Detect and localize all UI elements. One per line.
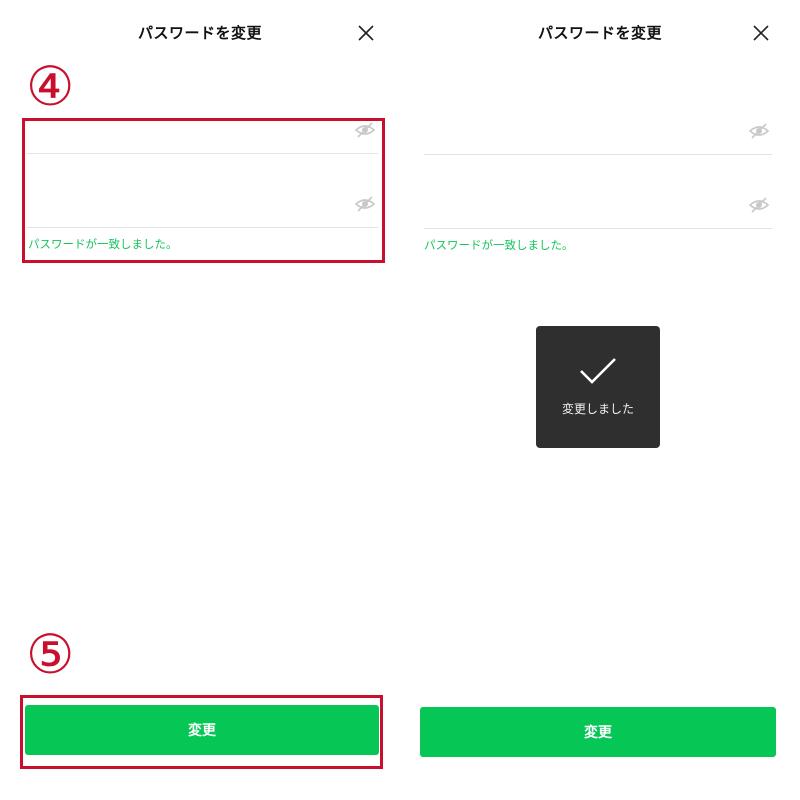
change-button[interactable]: 変更 [25, 705, 379, 755]
checkmark-icon [580, 358, 616, 384]
password-match-message: パスワードが一致しました。 [424, 238, 574, 252]
eye-off-icon[interactable] [748, 122, 770, 140]
page-title: パスワードを変更 [137, 24, 262, 42]
eye-off-icon[interactable] [748, 196, 770, 214]
annotation-highlight-fields [22, 118, 385, 263]
left-screen: パスワードを変更 パスワードが一致しました。 ④ ⑤ 変更 [0, 0, 400, 800]
annotation-step-5: ⑤ [26, 623, 75, 686]
close-icon[interactable] [752, 24, 770, 42]
new-password-field[interactable] [424, 81, 772, 155]
annotation-step-4: ④ [26, 55, 75, 118]
right-screen: パスワードを変更 パスワードが一致しました。 変更しました 変更 [400, 0, 800, 800]
toast-message: 変更しました [561, 402, 634, 416]
confirm-password-field[interactable] [424, 155, 772, 229]
success-toast: 変更しました [536, 326, 660, 448]
change-button[interactable]: 変更 [420, 707, 776, 757]
page-title: パスワードを変更 [537, 24, 662, 42]
close-icon[interactable] [357, 24, 375, 42]
